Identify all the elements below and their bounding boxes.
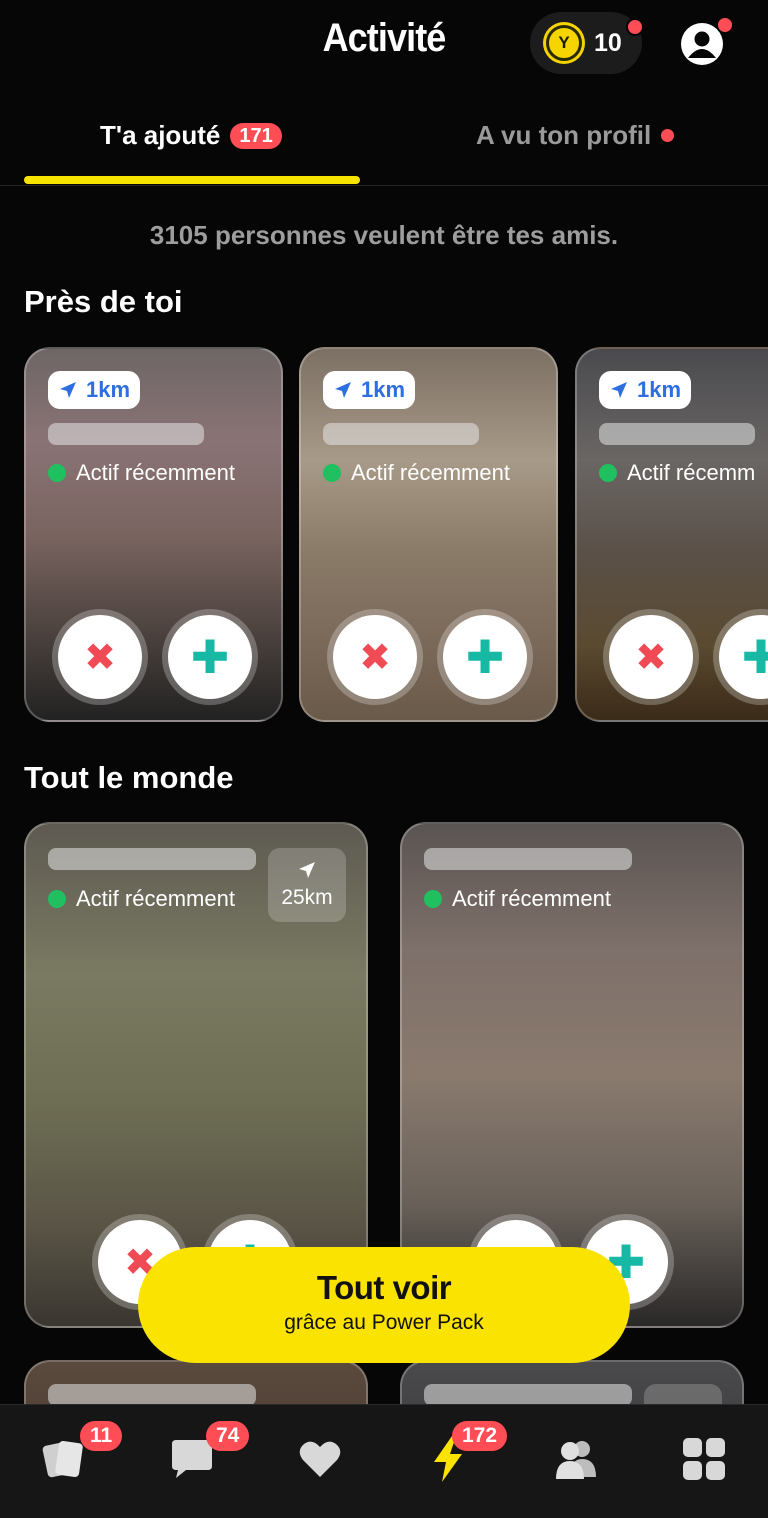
nearby-profile-card[interactable]: 1km Actif récemm ✖ ✚	[575, 347, 768, 722]
see-all-button[interactable]: Tout voir grâce au Power Pack	[138, 1247, 630, 1363]
close-icon: ✖	[84, 636, 116, 679]
tab-added-badge: 171	[230, 122, 282, 149]
online-dot	[48, 464, 66, 482]
coins-button[interactable]: Y 10	[530, 12, 644, 74]
active-tab-indicator	[24, 176, 360, 184]
active-status-label: Actif récemm	[627, 460, 756, 485]
name-placeholder	[424, 1384, 632, 1406]
nearby-section-title: Près de toi	[24, 284, 183, 319]
online-dot	[599, 464, 617, 482]
name-placeholder	[424, 848, 632, 870]
close-icon: ✖	[635, 636, 667, 679]
active-status: Actif récemment	[323, 460, 510, 486]
active-status-label: Actif récemment	[76, 886, 235, 911]
distance-badge: 25km	[268, 848, 346, 922]
nav-chat[interactable]: 74	[162, 1421, 250, 1489]
plus-icon: ✚	[190, 631, 230, 683]
activity-badge: 172	[452, 1421, 508, 1451]
dismiss-button[interactable]: ✖	[603, 609, 699, 705]
active-status: Actif récemment	[424, 886, 611, 912]
name-placeholder	[48, 1384, 256, 1406]
grid-icon	[683, 1438, 725, 1480]
coins-notification-dot	[626, 18, 644, 36]
active-status-label: Actif récemment	[76, 460, 235, 485]
location-arrow-icon	[335, 382, 351, 398]
online-dot	[424, 890, 442, 908]
cards-badge: 11	[80, 1421, 123, 1451]
tab-viewed-profile[interactable]: A vu ton profil	[476, 120, 675, 151]
active-status: Actif récemment	[48, 886, 235, 912]
add-friend-button[interactable]: ✚	[713, 609, 768, 705]
requests-count-text: 3105 personnes veulent être tes amis.	[149, 220, 619, 250]
name-placeholder	[599, 423, 755, 445]
location-arrow-icon	[60, 382, 76, 398]
distance-label: 1km	[361, 377, 406, 402]
profile-button[interactable]	[680, 16, 734, 66]
nearby-profile-card[interactable]: 1km Actif récemment ✖ ✚	[24, 347, 283, 722]
friends-icon	[556, 1441, 596, 1479]
location-arrow-icon	[611, 382, 627, 398]
nav-friends[interactable]	[546, 1429, 606, 1489]
everyone-section-title: Tout le monde	[24, 760, 234, 795]
online-dot	[323, 464, 341, 482]
distance-badge: 1km	[48, 371, 141, 409]
coin-icon: Y	[546, 25, 582, 61]
active-status: Actif récemm	[599, 460, 755, 486]
nav-more[interactable]	[674, 1429, 734, 1489]
tab-added-label: T'a ajouté	[100, 120, 221, 150]
see-all-title: Tout voir	[316, 1269, 452, 1306]
add-friend-button[interactable]: ✚	[162, 609, 258, 705]
nav-likes[interactable]	[290, 1429, 350, 1489]
plus-icon: ✚	[465, 631, 505, 683]
nearby-profile-card[interactable]: 1km Actif récemment ✖ ✚	[299, 347, 558, 722]
online-dot	[48, 890, 66, 908]
plus-icon: ✚	[742, 634, 768, 680]
chat-badge: 74	[206, 1421, 250, 1451]
close-icon: ✖	[359, 636, 391, 679]
coin-symbol: Y	[558, 33, 570, 52]
location-arrow-icon	[299, 862, 315, 878]
name-placeholder	[48, 423, 204, 445]
active-status-label: Actif récemment	[452, 886, 611, 911]
active-status-label: Actif récemment	[351, 460, 510, 485]
see-all-subtitle: grâce au Power Pack	[284, 1311, 484, 1334]
distance-badge: 1km	[323, 371, 416, 409]
dismiss-button[interactable]: ✖	[52, 609, 148, 705]
active-status: Actif récemment	[48, 460, 235, 486]
bottom-navigation: 11 74 172	[0, 1404, 768, 1518]
profile-notification-dot	[716, 16, 734, 34]
tab-added-you[interactable]: T'a ajouté 171	[100, 120, 282, 151]
distance-label: 25km	[281, 886, 333, 909]
add-friend-button[interactable]: ✚	[437, 609, 533, 705]
dismiss-button[interactable]: ✖	[327, 609, 423, 705]
tab-viewed-dot	[661, 129, 675, 142]
activity-screen: Activité Y 10 T'a ajouté 171 A vu ton pr…	[0, 0, 768, 1518]
name-placeholder	[48, 848, 256, 870]
tab-bar: T'a ajouté 171 A vu ton profil	[0, 100, 768, 186]
distance-label: 1km	[637, 377, 682, 402]
nav-cards[interactable]: 11	[36, 1421, 123, 1489]
heart-icon	[299, 1441, 341, 1477]
tab-viewed-label: A vu ton profil	[476, 120, 652, 150]
name-placeholder	[323, 423, 479, 445]
distance-badge: 1km	[599, 371, 692, 409]
coin-count: 10	[594, 28, 622, 57]
distance-label: 1km	[86, 377, 131, 402]
nav-activity[interactable]: 172	[418, 1421, 508, 1489]
